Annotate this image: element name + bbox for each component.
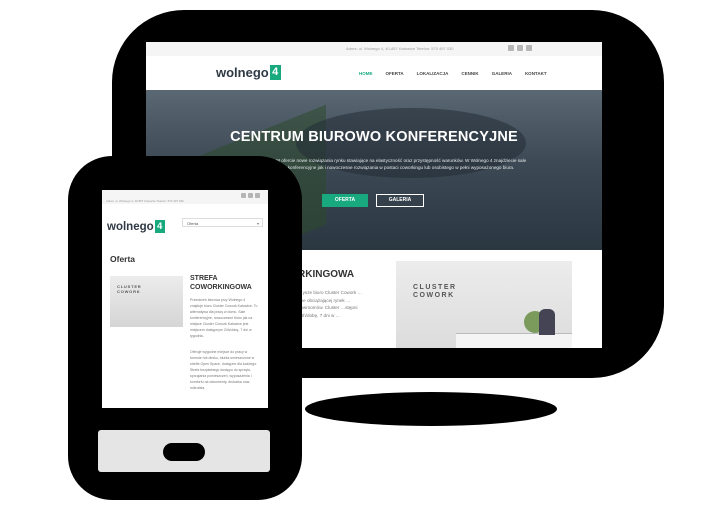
menu-item-galeria[interactable]: GALERIA [492, 71, 512, 76]
desktop-topbar: Adres: ul. Wolnego 4, 40-857 Katowice Te… [146, 42, 602, 56]
mobile-text-2: Oferuje wygodne miejsce do pracy w formu… [190, 350, 258, 390]
mobile-nav-select[interactable]: Oferta ▾ [182, 218, 263, 227]
menu-item-kontakt[interactable]: KONTAKT [525, 71, 547, 76]
coworking-photo: CLUSTER COWORK [396, 261, 572, 348]
logo-text: wolnego [107, 220, 154, 233]
google-plus-icon[interactable] [255, 193, 260, 198]
cluster-cowork-sign: CLUSTER COWORK [117, 284, 142, 294]
hero-title: CENTRUM BIUROWO KONFERENCYJNE [230, 129, 518, 145]
mobile-text-1: Przestrzeń biurowa przy Wolnego 4 znajdu… [190, 298, 258, 338]
menu-item-oferta[interactable]: OFERTA [386, 71, 404, 76]
cluster-cowork-sign: CLUSTER COWORK [413, 284, 457, 299]
facebook-icon[interactable] [241, 193, 246, 198]
mobile-topbar: Adres: ul. Wolnego 4, 40-857 Katowice Te… [102, 190, 268, 204]
mobile-site-logo[interactable]: wolnego 4 [107, 220, 165, 233]
photo-person [539, 309, 555, 335]
mobile-subheading: STREFA COWORKINGOWA [190, 275, 252, 291]
mobile-contact-info: Adres: ul. Wolnego 4, 40-857 Katowice Te… [106, 199, 184, 203]
menu-item-home[interactable]: HOME [359, 71, 373, 76]
mobile-page-heading: Oferta [110, 254, 136, 264]
logo-text: wolnego [216, 65, 269, 80]
linkedin-icon[interactable] [517, 45, 523, 51]
monitor-stand [305, 392, 557, 426]
select-value: Oferta [187, 221, 199, 226]
linkedin-icon[interactable] [248, 193, 253, 198]
main-menu: HOME OFERTA LOKALIZACJA CENNIK GALERIA K… [359, 71, 547, 76]
desktop-navbar: wolnego 4 HOME OFERTA LOKALIZACJA CENNIK… [146, 56, 602, 90]
mobile-screen: Adres: ul. Wolnego 4, 40-857 Katowice Te… [102, 190, 268, 408]
photo-desk [456, 333, 572, 348]
social-links [508, 45, 532, 51]
mobile-coworking-photo: CLUSTER COWORK [110, 276, 183, 327]
contact-info: Adres: ul. Wolnego 4, 40-857 Katowice Te… [346, 46, 454, 51]
mobile-social-links [241, 193, 260, 198]
site-logo[interactable]: wolnego 4 [216, 65, 281, 80]
menu-item-cennik[interactable]: CENNIK [461, 71, 478, 76]
oferta-button[interactable]: OFERTA [322, 194, 368, 207]
section-text: …ysze biuro Cluster Cowork …nne obciążaj… [298, 290, 363, 318]
phone-home-button[interactable] [163, 443, 205, 461]
menu-item-lokalizacja[interactable]: LOKALIZACJA [417, 71, 449, 76]
facebook-icon[interactable] [508, 45, 514, 51]
google-plus-icon[interactable] [526, 45, 532, 51]
chevron-down-icon: ▾ [256, 221, 259, 226]
logo-number: 4 [269, 65, 281, 80]
hero-text: W ofercie nowe rozwiązania rynku stawiaj… [275, 158, 527, 170]
logo-number: 4 [154, 220, 165, 233]
section-title: RKINGOWA [298, 269, 355, 280]
galeria-button[interactable]: GALERIA [376, 194, 424, 207]
